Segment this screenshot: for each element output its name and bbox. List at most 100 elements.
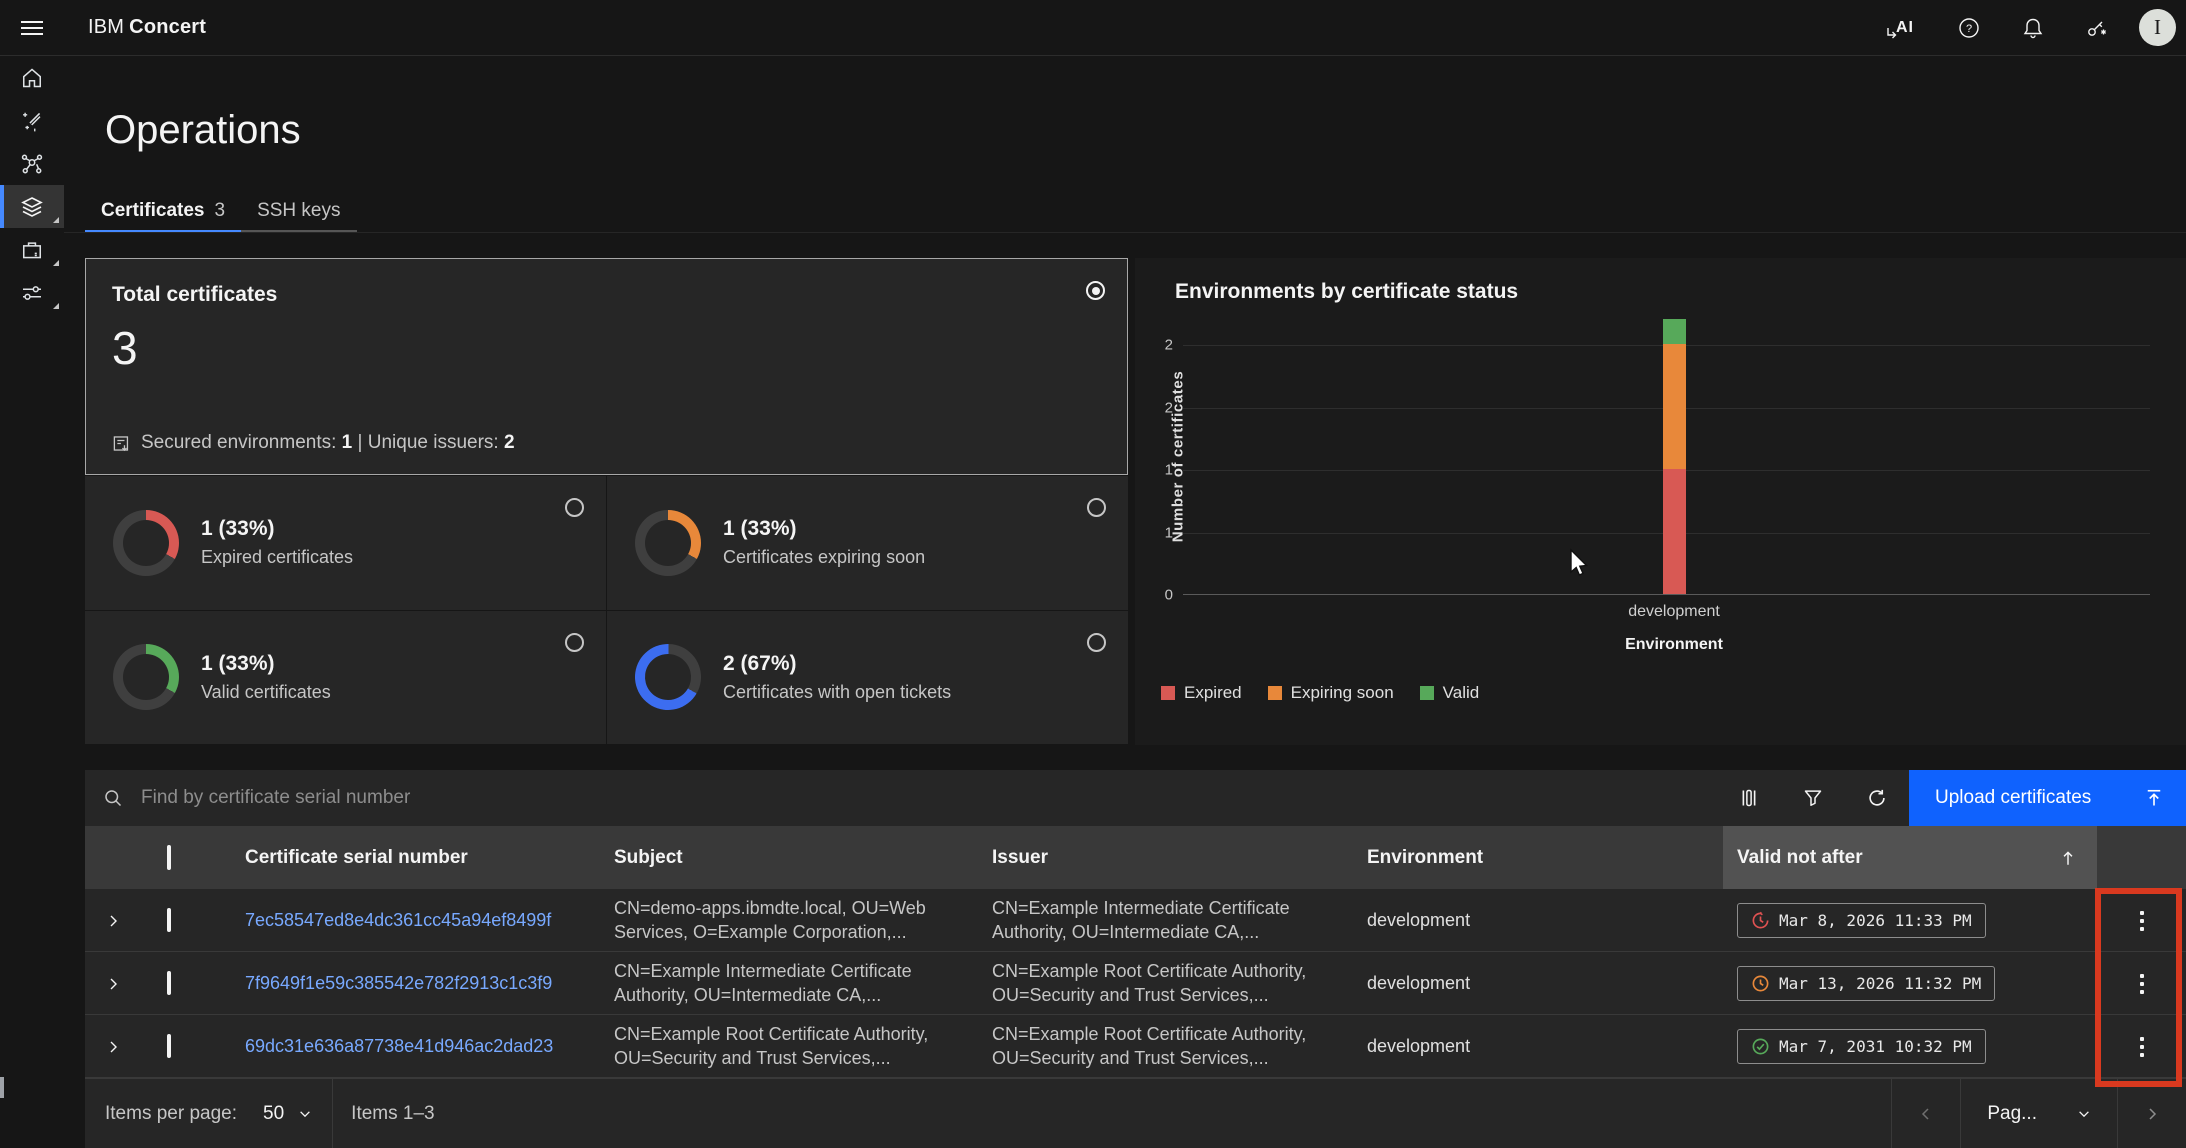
sidebar-item-topology[interactable] [0, 142, 64, 185]
row-expand-button[interactable] [85, 913, 141, 929]
column-header-valid-not-after[interactable]: Valid not after [1723, 826, 2097, 889]
issuer-cell: CN=Example Root Certificate Authority, O… [978, 1023, 1353, 1070]
sidebar-item-automation[interactable] [0, 99, 64, 142]
valid-not-after-tag: Mar 8, 2026 11:33 PM [1737, 903, 1986, 938]
search-input[interactable] [141, 770, 1717, 826]
table-row: 7ec58547ed8e4dc361cc45a94ef8499f CN=demo… [85, 889, 2186, 952]
donut-chart [623, 632, 713, 722]
chevron-right-icon [105, 913, 121, 929]
stat-label: Certificates with open tickets [723, 682, 951, 703]
column-header-serial[interactable]: Certificate serial number [217, 847, 600, 869]
table-toolbar: Upload certificates [85, 770, 2186, 826]
sidebar-item-toolbox[interactable] [0, 228, 64, 271]
donut-chart [635, 510, 701, 576]
stat-label: Expired certificates [201, 547, 353, 568]
stat-card[interactable]: 2 (67%) Certificates with open tickets [607, 611, 1128, 745]
svg-text:?: ? [1966, 23, 1972, 35]
table-row: 69dc31e636a87738e41d946ac2dad23 CN=Examp… [85, 1015, 2186, 1078]
tab-ssh-keys[interactable]: SSH keys [241, 188, 356, 233]
stat-label: Valid certificates [201, 682, 331, 703]
subject-cell: CN=demo-apps.ibmdte.local, OU=Web Servic… [600, 897, 978, 944]
total-certificates-card[interactable]: Total certificates 3 Secured environment… [85, 258, 1128, 475]
row-overflow-menu-button[interactable] [2130, 1027, 2154, 1067]
row-overflow-menu-button[interactable] [2130, 901, 2154, 941]
tab-label: Certificates [101, 200, 205, 222]
row-checkbox[interactable] [167, 908, 171, 932]
certificate-serial-link[interactable]: 7ec58547ed8e4dc361cc45a94ef8499f [217, 910, 600, 931]
home-icon [21, 67, 43, 89]
notifications-icon[interactable] [2005, 0, 2061, 56]
pagination-bar: Items per page: 50 Items 1–3 Pag... [85, 1078, 2186, 1148]
stat-card[interactable]: 1 (33%) Certificates expiring soon [607, 476, 1128, 610]
stat-label: Certificates expiring soon [723, 547, 925, 568]
row-checkbox[interactable] [167, 1034, 171, 1058]
ai-assistant-icon[interactable]: AI [1877, 0, 1933, 56]
table-row: 7f9649f1e59c385542e782f2913c1c3f9 CN=Exa… [85, 952, 2186, 1015]
radio-button-checked-icon[interactable] [1086, 281, 1105, 300]
refresh-icon[interactable] [1845, 770, 1909, 826]
search-icon [85, 788, 141, 808]
row-checkbox[interactable] [167, 971, 171, 995]
environment-cell: development [1353, 1036, 1723, 1057]
items-per-page-label: Items per page: [85, 1103, 237, 1125]
radio-button-icon[interactable] [565, 498, 584, 517]
environments-chart-panel: Environments by certificate status Numbe… [1135, 258, 2186, 745]
previous-page-button[interactable] [1892, 1079, 1960, 1148]
subject-cell: CN=Example Intermediate Certificate Auth… [600, 960, 978, 1007]
legend-item[interactable]: Valid [1420, 683, 1480, 703]
environment-icon [112, 434, 131, 453]
chevron-right-icon [105, 1039, 121, 1055]
chart-title: Environments by certificate status [1175, 280, 1518, 304]
page-number-select[interactable]: Pag... [1961, 1079, 2117, 1148]
stat-card[interactable]: 1 (33%) Valid certificates [85, 611, 606, 745]
stat-card[interactable]: 1 (33%) Expired certificates [85, 476, 606, 610]
sidebar-item-settings[interactable] [0, 271, 64, 314]
radio-button-icon[interactable] [565, 633, 584, 652]
help-icon[interactable]: ? [1941, 0, 1997, 56]
x-axis-label: Environment [1625, 636, 1723, 654]
row-overflow-menu-button[interactable] [2130, 964, 2154, 1004]
radio-button-icon[interactable] [1087, 633, 1106, 652]
column-settings-icon[interactable] [1717, 770, 1781, 826]
column-header-subject[interactable]: Subject [600, 847, 978, 869]
layers-icon [20, 195, 44, 219]
stat-value: 1 (33%) [201, 652, 331, 676]
main-content: Operations Certificates 3 SSH keys Total… [64, 56, 2186, 1148]
certificate-serial-link[interactable]: 7f9649f1e59c385542e782f2913c1c3f9 [217, 973, 600, 994]
tab-bar: Certificates 3 SSH keys [85, 188, 357, 233]
column-header-environment[interactable]: Environment [1353, 847, 1723, 869]
stat-value: 2 (67%) [723, 652, 951, 676]
tab-certificates[interactable]: Certificates 3 [85, 188, 241, 233]
subject-cell: CN=Example Root Certificate Authority, O… [600, 1023, 978, 1070]
user-avatar[interactable]: I [2139, 9, 2176, 46]
access-key-icon[interactable] [2069, 0, 2125, 56]
certificate-serial-link[interactable]: 69dc31e636a87738e41d946ac2dad23 [217, 1036, 600, 1057]
chevron-down-icon [2077, 1107, 2091, 1121]
issuer-cell: CN=Example Intermediate Certificate Auth… [978, 897, 1353, 944]
row-expand-button[interactable] [85, 1039, 141, 1055]
sidebar-item-operations[interactable] [0, 185, 64, 228]
donut-chart [113, 644, 179, 710]
chevron-right-icon [2144, 1106, 2160, 1122]
page-title: Operations [105, 108, 301, 153]
scrollbar-thumb[interactable] [0, 1077, 4, 1098]
sidebar-item-home[interactable] [0, 56, 64, 99]
legend-item[interactable]: Expired [1161, 683, 1242, 703]
total-certificates-value: 3 [112, 321, 1101, 375]
next-page-button[interactable] [2118, 1079, 2186, 1148]
select-all-checkbox[interactable] [167, 845, 171, 870]
settings-adjust-icon [20, 281, 44, 305]
sort-ascending-icon [2059, 849, 2077, 867]
chevron-down-icon [298, 1107, 312, 1121]
column-header-issuer[interactable]: Issuer [978, 847, 1353, 869]
upload-certificates-button[interactable]: Upload certificates [1909, 770, 2186, 826]
legend-item[interactable]: Expiring soon [1268, 683, 1394, 703]
filter-icon[interactable] [1781, 770, 1845, 826]
page-size-select[interactable]: 50 [237, 1079, 332, 1148]
menu-icon[interactable] [0, 0, 64, 56]
row-expand-button[interactable] [85, 976, 141, 992]
left-nav [0, 56, 64, 1148]
stat-card-grid: 1 (33%) Expired certificates 1 (33%) Cer… [85, 476, 1128, 744]
radio-button-icon[interactable] [1087, 498, 1106, 517]
status-icon [1751, 911, 1770, 930]
